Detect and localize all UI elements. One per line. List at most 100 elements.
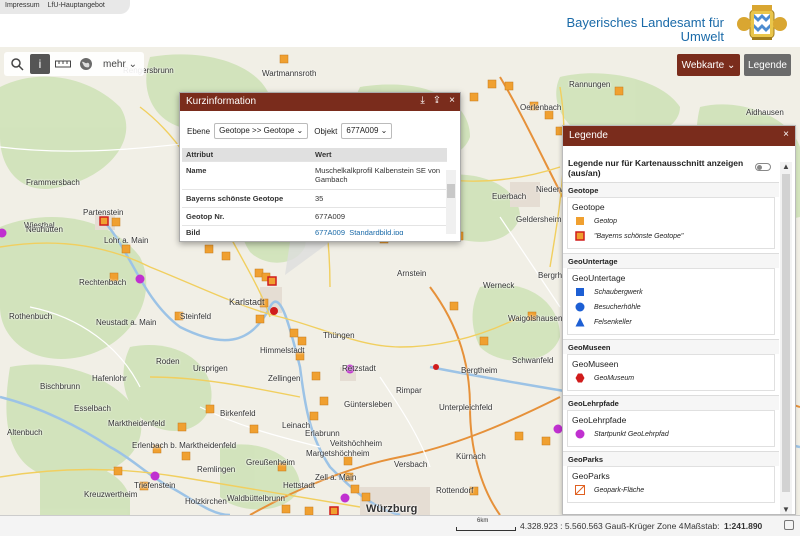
legend-item-label: Schaubergwerk <box>594 288 643 296</box>
column-header: Attribut <box>186 150 214 159</box>
scroll-thumb[interactable] <box>447 184 455 198</box>
map-label: Steinfeld <box>180 312 212 321</box>
kurzinfo-title: Kurzinformation <box>186 96 257 107</box>
org-name-line1: Bayerisches Landesamt für <box>566 15 724 30</box>
blue-square-icon <box>575 287 585 297</box>
map-label: Rothenbuch <box>9 312 53 321</box>
map-label: Altenbuch <box>7 428 43 437</box>
legend-group: GeoParks Geopark-Fläche <box>567 466 775 503</box>
legend-group: GeoLehrpfade Startpunkt GeoLehrpfad <box>567 410 775 447</box>
map-label: Marktheidenfeld <box>108 419 165 428</box>
objekt-value: 677A009 <box>346 126 379 135</box>
legende-button[interactable]: Legende <box>744 54 791 76</box>
scalebar <box>456 527 516 531</box>
map-label: Kreuzwertheim <box>84 490 138 499</box>
legend-layer: GeoUntertage <box>572 273 626 283</box>
legend-layer: GeoMuseen <box>572 359 619 369</box>
attribute-cell: Name <box>186 166 207 175</box>
table-row: Geotop Nr. 677A009 <box>182 207 447 225</box>
legend-body: Geotope Geotope Geotop "Bayerns schönste… <box>563 182 779 507</box>
map-label: Himmelstadt <box>260 346 305 355</box>
legend-scrollbar[interactable]: ▲ ▼ <box>780 162 792 514</box>
close-icon[interactable]: × <box>449 95 455 106</box>
scale-label: Maßstab: <box>684 521 720 531</box>
map-label: Aidhausen <box>746 108 784 117</box>
map-label: Arnstein <box>397 269 427 278</box>
legend-item-label: Geopark-Fläche <box>594 486 645 494</box>
legend-group-title: Geotope <box>563 182 779 197</box>
org-name-line2: Umwelt <box>680 29 724 44</box>
legend-item: Geopark-Fläche <box>575 485 770 495</box>
legend-group: Geotope Geotop "Bayerns schönste Geotope… <box>567 197 775 249</box>
ebene-label: Ebene <box>187 126 211 136</box>
map-label: Rechtenbach <box>79 278 127 287</box>
fullscreen-icon[interactable] <box>784 520 794 530</box>
export-icon[interactable]: ⇪ <box>433 95 441 106</box>
image-link[interactable]: 677A009_Standardbild.jpg <box>315 228 443 235</box>
header-links: Impressum LfU-Hauptangebot <box>0 0 130 14</box>
scroll-down-icon[interactable]: ▼ <box>782 505 790 514</box>
map-label: Esselbach <box>74 404 111 413</box>
map-label: Euerbach <box>492 192 527 201</box>
toggle-knob <box>757 165 762 170</box>
map-label: Waldbüttelbrunn <box>227 494 285 503</box>
legend-panel: Legende × Legende nur für Kartenausschni… <box>562 125 796 515</box>
map-label: Bischbrunn <box>40 382 81 391</box>
map-label: Kürnach <box>456 452 486 461</box>
download-icon[interactable]: ⤓ <box>420 95 424 106</box>
info-icon[interactable]: i <box>30 54 50 74</box>
legend-item-label: "Bayerns schönste Geotope" <box>594 232 684 240</box>
legend-group: GeoUntertage Schaubergwerk Besucherhöhle… <box>567 268 775 335</box>
legend-item-label: GeoMuseum <box>594 374 635 382</box>
map-label: Werneck <box>483 281 515 290</box>
lfu-link[interactable]: LfU-Hauptangebot <box>48 2 105 9</box>
scroll-up-icon[interactable]: ▲ <box>782 162 790 171</box>
map-label: Schwanfeld <box>512 356 554 365</box>
close-icon[interactable]: × <box>783 129 789 140</box>
more-dropdown[interactable]: mehr ⌄ <box>99 59 141 70</box>
purple-circle-icon <box>575 429 585 439</box>
measure-icon[interactable] <box>53 54 73 74</box>
map-label: Versbach <box>394 460 428 469</box>
crs-selector[interactable]: Gauß-Krüger Zone 4 <box>605 521 683 531</box>
legend-toggle-label: Legende nur für Kartenausschnitt anzeige… <box>568 158 744 178</box>
blue-circle-icon <box>575 302 585 312</box>
map-label: Unterpleichfeld <box>439 403 493 412</box>
search-zoom-icon[interactable] <box>7 54 27 74</box>
map-label: Neustadt a. Main <box>96 318 157 327</box>
table-row: Bild 677A009_Standardbild.jpg <box>182 225 447 235</box>
blue-triangle-icon <box>575 317 585 327</box>
legend-item: Geotop <box>575 216 770 226</box>
map-label: Triefenstein <box>134 481 176 490</box>
objekt-label: Objekt <box>314 126 338 136</box>
legend-item: Schaubergwerk <box>575 287 770 297</box>
map-label: Geldersheim <box>516 215 562 224</box>
webkarte-button[interactable]: Webkarte ⌄ <box>677 54 740 76</box>
scroll-thumb[interactable] <box>782 174 790 492</box>
kurzinfo-scrollbar[interactable] <box>446 170 456 234</box>
map-label: Birkenfeld <box>220 409 256 418</box>
org-name[interactable]: Bayerisches Landesamt für Umwelt <box>566 16 724 44</box>
map-label: Oerlenbach <box>520 103 562 112</box>
table-row: Name Muschelkalkprofil Kalbenstein SE vo… <box>182 161 447 189</box>
legend-item: GeoMuseum <box>575 373 770 383</box>
map-label: Wartmannsroth <box>262 69 317 78</box>
chevron-down-icon: ⌄ <box>296 126 304 135</box>
scale-value[interactable]: 1:241.890 <box>724 521 762 531</box>
legend-item: Felsenkeller <box>575 317 770 327</box>
objekt-select[interactable]: 677A009 ⌄ <box>341 123 393 139</box>
hatched-square-icon <box>575 485 585 495</box>
legend-group-title: GeoParks <box>563 451 779 466</box>
value-cell: 35 <box>315 194 324 203</box>
impressum-link[interactable]: Impressum <box>5 2 40 9</box>
ebene-select[interactable]: Geotope >> Geotope ⌄ <box>214 123 309 139</box>
legend-toggle-switch[interactable] <box>755 163 771 171</box>
map-label: Veitshöchheim <box>330 439 383 448</box>
scalebar-label: 6km <box>477 518 489 524</box>
globe-icon[interactable] <box>76 54 96 74</box>
attribute-cell: Geotop Nr. <box>186 212 225 221</box>
orange-square-red-border-icon <box>575 231 585 241</box>
map-label: Hettstadt <box>283 481 316 490</box>
ebene-value: Geotope >> Geotope <box>219 126 295 135</box>
kurzinfo-header: Kurzinformation ⤓ ⇪ × <box>180 93 460 111</box>
